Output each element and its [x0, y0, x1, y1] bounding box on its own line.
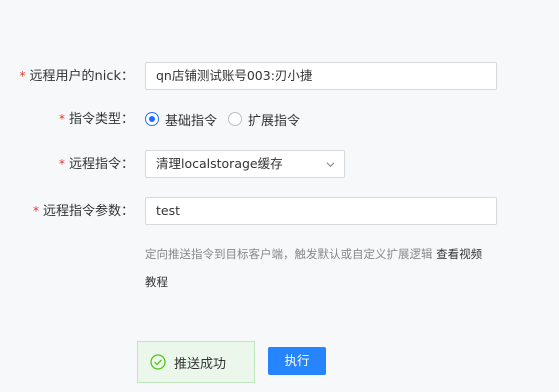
check-circle-icon	[150, 354, 166, 370]
success-toast: 推送成功	[137, 341, 255, 383]
nick-input[interactable]: qn店铺测试账号003:刃小捷	[145, 62, 497, 90]
radio-unchecked-icon[interactable]	[228, 112, 242, 126]
toast-text: 推送成功	[174, 356, 227, 372]
command-select[interactable]: 清理localstorage缓存	[145, 150, 345, 178]
params-input[interactable]: test	[145, 197, 497, 225]
hint-text: 定向推送指令到目标客户端，触发默认或自定义扩展逻辑 查看视频 教程	[145, 247, 483, 289]
execute-button[interactable]: 执行	[268, 347, 326, 375]
command-label: * 远程指令：	[58, 157, 134, 172]
radio-basic-command[interactable]: 基础指令	[145, 105, 217, 133]
required-mark: *	[58, 157, 65, 171]
radio-basic-label: 基础指令	[165, 113, 218, 129]
params-row: * 远程指令参数： test	[0, 197, 559, 225]
params-label: * 远程指令参数：	[32, 204, 134, 219]
required-mark: *	[58, 112, 65, 126]
command-type-label: * 指令类型：	[58, 112, 134, 127]
nick-label: * 远程用户的nick：	[19, 69, 134, 84]
radio-extended-command[interactable]: 扩展指令	[228, 105, 300, 133]
video-tutorial-link[interactable]: 查看视频	[436, 247, 482, 261]
radio-extended-label: 扩展指令	[248, 113, 301, 129]
command-row: * 远程指令： 清理localstorage缓存	[0, 150, 559, 178]
command-select-value: 清理localstorage缓存	[156, 156, 283, 171]
nick-row: * 远程用户的nick： qn店铺测试账号003:刃小捷	[0, 62, 559, 90]
command-type-row: * 指令类型： 基础指令 扩展指令	[0, 105, 559, 133]
radio-checked-icon[interactable]	[145, 112, 159, 126]
video-tutorial-link-cont[interactable]: 教程	[145, 275, 168, 289]
required-mark: *	[32, 204, 39, 218]
chevron-down-icon	[326, 162, 335, 168]
required-mark: *	[19, 69, 26, 83]
